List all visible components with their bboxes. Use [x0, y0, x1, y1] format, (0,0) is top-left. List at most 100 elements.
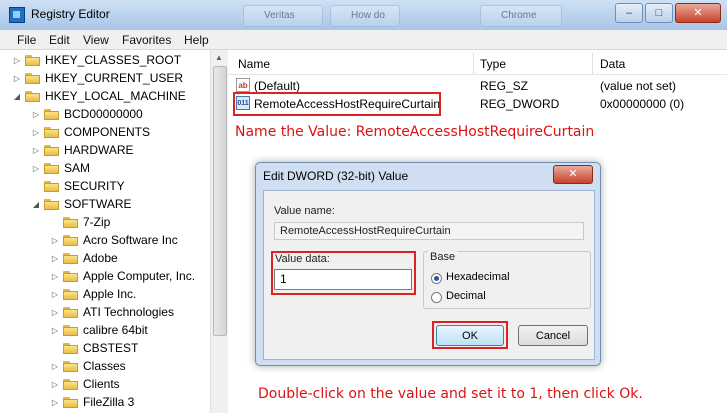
tree-item[interactable]: 7-Zip: [50, 213, 110, 231]
expand-icon[interactable]: ▷: [50, 398, 60, 407]
folder-icon: [44, 144, 59, 156]
folder-icon: [25, 90, 40, 102]
tree-item[interactable]: SECURITY: [31, 177, 125, 195]
folder-icon: [63, 252, 78, 264]
folder-icon: [63, 306, 78, 318]
folder-icon: [44, 108, 59, 120]
tree-item[interactable]: ▷ Apple Inc.: [50, 285, 136, 303]
expand-icon[interactable]: ▷: [50, 236, 60, 245]
highlight-box: [271, 251, 416, 295]
tree-item[interactable]: ◢ HKEY_LOCAL_MACHINE: [12, 87, 186, 105]
folder-icon: [44, 180, 59, 192]
tree-item[interactable]: ▷ BCD00000000: [31, 105, 143, 123]
tree-item[interactable]: ▷ COMPONENTS: [31, 123, 150, 141]
expand-icon[interactable]: ▷: [31, 110, 41, 119]
background-window-tab[interactable]: Chrome: [480, 5, 562, 27]
collapse-icon[interactable]: ◢: [12, 92, 22, 101]
column-header-name[interactable]: Name: [238, 57, 270, 71]
menu-view[interactable]: View: [83, 33, 109, 47]
hexadecimal-radio[interactable]: [431, 273, 442, 284]
folder-icon: [63, 324, 78, 336]
tree-item[interactable]: ▷ FileZilla 3: [50, 393, 134, 411]
collapse-icon[interactable]: ◢: [31, 200, 41, 209]
scroll-up-icon[interactable]: ▲: [215, 53, 223, 62]
expand-icon[interactable]: ▷: [31, 128, 41, 137]
cancel-button[interactable]: Cancel: [518, 325, 588, 346]
value-name-label: Value name:: [274, 205, 335, 217]
value-name-field: RemoteAccessHostRequireCurtain: [274, 222, 584, 240]
expand-icon[interactable]: ▷: [50, 272, 60, 281]
folder-icon: [44, 198, 59, 210]
menu-favorites[interactable]: Favorites: [122, 33, 171, 47]
folder-icon: [63, 378, 78, 390]
expand-icon[interactable]: ▷: [50, 254, 60, 263]
tree-item[interactable]: ▷ HKEY_CURRENT_USER: [12, 69, 183, 87]
decimal-radio[interactable]: [431, 292, 442, 303]
list-header: Name Type Data: [228, 53, 727, 75]
tree-item[interactable]: ▷ ATI Technologies: [50, 303, 174, 321]
tree-item[interactable]: ▷ Apple Computer, Inc.: [50, 267, 195, 285]
highlight-box: [233, 92, 441, 116]
edit-dword-dialog: Edit DWORD (32-bit) Value ✕ Value name: …: [255, 162, 601, 366]
tree-scrollbar[interactable]: ▲: [210, 50, 228, 413]
folder-icon: [63, 360, 78, 372]
tree-item[interactable]: ▷ Acro Software Inc: [50, 231, 178, 249]
folder-icon: [63, 216, 78, 228]
folder-icon: [63, 288, 78, 300]
folder-icon: [44, 126, 59, 138]
hexadecimal-label[interactable]: Hexadecimal: [446, 271, 510, 283]
scrollbar-thumb[interactable]: [213, 66, 227, 336]
menu-edit[interactable]: Edit: [49, 33, 70, 47]
tree-item[interactable]: ▷ Classes: [50, 357, 126, 375]
value-type: REG_SZ: [480, 79, 529, 93]
string-value-icon: ab: [236, 78, 250, 92]
expand-icon[interactable]: ▷: [50, 362, 60, 371]
title-bar: Registry Editor Veritas How do Chrome – …: [0, 0, 727, 31]
dialog-title: Edit DWORD (32-bit) Value: [263, 169, 409, 183]
expand-icon[interactable]: ▷: [50, 290, 60, 299]
maximize-button[interactable]: □: [645, 3, 673, 23]
dialog-close-button[interactable]: ✕: [553, 165, 593, 184]
registry-tree: ▷ HKEY_CLASSES_ROOT ▷ HKEY_CURRENT_USER ◢ H…: [0, 50, 210, 413]
expand-icon[interactable]: ▷: [50, 326, 60, 335]
expand-icon[interactable]: ▷: [50, 308, 60, 317]
value-data: (value not set): [600, 79, 677, 93]
dialog-body: Value name: RemoteAccessHostRequireCurta…: [263, 190, 595, 360]
folder-icon: [25, 54, 40, 66]
tree-item[interactable]: ▷ Clients: [50, 375, 120, 393]
tree-item[interactable]: ▷ calibre 64bit: [50, 321, 148, 339]
expand-icon[interactable]: ▷: [12, 56, 22, 65]
expand-icon[interactable]: ▷: [50, 380, 60, 389]
expand-icon[interactable]: ▷: [12, 74, 22, 83]
close-button[interactable]: ✕: [675, 3, 721, 23]
expand-icon[interactable]: ▷: [31, 146, 41, 155]
value-type: REG_DWORD: [480, 97, 560, 111]
menu-file[interactable]: File: [17, 33, 36, 47]
background-window-tab[interactable]: How do: [330, 5, 400, 27]
folder-icon: [44, 162, 59, 174]
base-label: Base: [428, 251, 458, 263]
column-header-type[interactable]: Type: [480, 57, 506, 71]
folder-icon: [63, 342, 78, 354]
folder-icon: [63, 234, 78, 246]
background-window-tab[interactable]: Veritas: [243, 5, 323, 27]
tree-item[interactable]: ◢ SOFTWARE: [31, 195, 132, 213]
tree-item[interactable]: ▷ HKEY_CLASSES_ROOT: [12, 51, 181, 69]
tree-item[interactable]: ▷ HARDWARE: [31, 141, 134, 159]
tree-item[interactable]: CBSTEST: [50, 339, 138, 357]
highlight-box: [432, 321, 508, 349]
folder-icon: [25, 72, 40, 84]
minimize-button[interactable]: –: [615, 3, 643, 23]
registry-editor-icon: [9, 7, 25, 23]
expand-icon[interactable]: ▷: [31, 164, 41, 173]
folder-icon: [63, 270, 78, 282]
menu-help[interactable]: Help: [184, 33, 209, 47]
decimal-label[interactable]: Decimal: [446, 290, 486, 302]
window-title: Registry Editor: [31, 7, 110, 21]
annotation-name-value: Name the Value: RemoteAccessHostRequireC…: [235, 124, 595, 140]
annotation-instructions: Double-click on the value and set it to …: [258, 386, 643, 402]
tree-item[interactable]: ▷ SAM: [31, 159, 90, 177]
folder-icon: [63, 396, 78, 408]
column-header-data[interactable]: Data: [600, 57, 625, 71]
tree-item[interactable]: ▷ Adobe: [50, 249, 118, 267]
